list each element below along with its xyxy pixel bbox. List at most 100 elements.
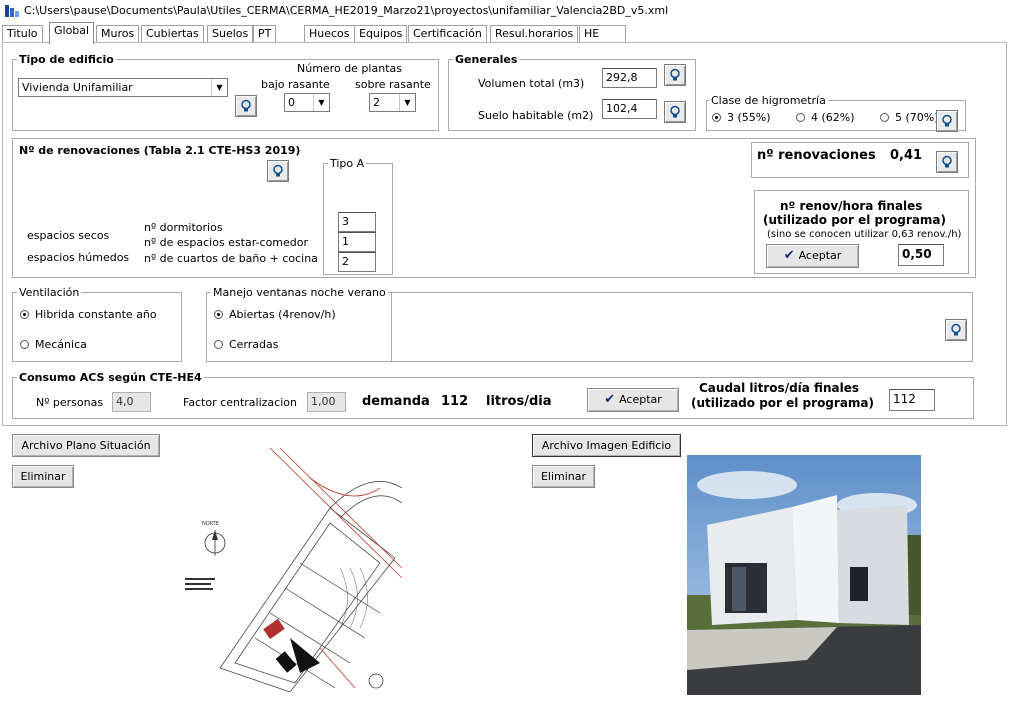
generales-title: Generales: [453, 53, 520, 66]
renov-finales-subtitle: (utilizado por el programa): [763, 213, 946, 227]
site-plan-drawing: NORTE: [180, 447, 403, 693]
archivo-plano-button[interactable]: Archivo Plano Situación: [12, 434, 160, 457]
higrometria-option-5[interactable]: 5 (70%): [880, 111, 939, 124]
factor-centralizacion-input[interactable]: 1,00: [307, 392, 346, 412]
tab-strip: Titulo Global Muros Cubiertas Suelos PT …: [0, 22, 1024, 44]
higrometria-option-3[interactable]: 3 (55%): [712, 111, 771, 124]
chevron-down-icon[interactable]: ▼: [313, 94, 329, 111]
tab-resul-horarios[interactable]: Resul.horarios: [490, 25, 579, 43]
eliminar-imagen-button[interactable]: Eliminar: [532, 465, 595, 488]
sobre-rasante-select[interactable]: 2 ▼: [369, 93, 416, 112]
chevron-down-icon[interactable]: ▼: [211, 79, 227, 96]
tipo-edificio-select[interactable]: Vivienda Unifamiliar ▼: [18, 78, 228, 97]
checkmark-icon: ✔: [604, 392, 616, 407]
tab-equipos[interactable]: Equipos: [354, 25, 408, 43]
ventanas-group: [206, 292, 392, 362]
higrometria-title: Clase de higrometría: [709, 94, 828, 107]
help-suelo-button[interactable]: [664, 101, 686, 123]
tab-he[interactable]: HE: [579, 25, 626, 43]
suelo-habitable-label: Suelo habitable (m2): [478, 109, 594, 122]
banos-cocina-input[interactable]: 2: [338, 252, 376, 272]
lightbulb-icon: [273, 164, 283, 177]
caudal-input[interactable]: 112: [889, 389, 935, 411]
app-icon: [4, 3, 20, 19]
sobre-rasante-label: sobre rasante: [355, 78, 431, 91]
personas-label: Nº personas: [36, 396, 104, 409]
espacios-secos-label: espacios secos: [27, 229, 110, 242]
title-bar: C:\Users\pause\Documents\Paula\Utiles_CE…: [0, 0, 1024, 22]
tab-suelos[interactable]: Suelos: [207, 25, 254, 43]
accept-renov-button[interactable]: ✔ Aceptar: [766, 244, 859, 268]
tipo-edificio-value: Vivienda Unifamiliar: [22, 81, 133, 94]
radio-checked-icon: [712, 113, 721, 122]
demanda-value: 112: [441, 394, 469, 409]
factor-centralizacion-label: Factor centralizacion: [183, 396, 297, 409]
renov-finales-input[interactable]: 0,50: [898, 244, 944, 266]
ventilacion-option-mecanica[interactable]: Mecánica: [20, 338, 87, 351]
tab-cubiertas[interactable]: Cubiertas: [141, 25, 204, 43]
checkmark-icon: ✔: [783, 248, 795, 263]
plano-situacion-image: NORTE: [180, 447, 403, 693]
lightbulb-icon: [942, 114, 952, 127]
suelo-habitable-input[interactable]: 102,4: [602, 99, 657, 119]
archivo-imagen-button[interactable]: Archivo Imagen Edificio: [532, 434, 681, 457]
help-renovaciones-button[interactable]: [267, 160, 289, 182]
tab-global[interactable]: Global: [49, 22, 95, 44]
lightbulb-icon: [670, 105, 680, 118]
building-photo: [687, 455, 921, 695]
radio-icon: [214, 340, 223, 349]
help-tipo-edificio-button[interactable]: [235, 95, 257, 117]
eliminar-plano-button[interactable]: Eliminar: [12, 465, 74, 488]
lightbulb-icon: [241, 99, 251, 112]
renov-finales-note: (sino se conocen utilizar 0,63 renov./h): [767, 229, 962, 240]
dormitorios-input[interactable]: 3: [338, 212, 376, 232]
tab-muros[interactable]: Muros: [96, 25, 140, 43]
tipo-a-title: Tipo A: [328, 157, 367, 170]
volumen-input[interactable]: 292,8: [602, 68, 657, 88]
demanda-label: demanda: [362, 394, 430, 409]
renov-finales-title: nº renov/hora finales: [780, 199, 923, 213]
radio-checked-icon: [214, 310, 223, 319]
radio-icon: [20, 340, 29, 349]
help-higrometria-button[interactable]: [936, 110, 958, 132]
bajo-rasante-select[interactable]: 0 ▼: [284, 93, 330, 112]
estar-comedor-label: nº de espacios estar-comedor: [144, 236, 309, 249]
tab-huecos[interactable]: Huecos: [304, 25, 355, 43]
renovaciones-title: Nº de renovaciones (Tabla 2.1 CTE-HS3 20…: [19, 144, 301, 157]
ventilacion-group: [12, 292, 182, 362]
tipo-edificio-title: Tipo de edificio: [17, 53, 116, 66]
lightbulb-icon: [670, 68, 680, 81]
volumen-label: Volumen total (m3): [478, 77, 585, 90]
lightbulb-icon: [951, 323, 961, 336]
bajo-rasante-label: bajo rasante: [261, 78, 330, 91]
numero-plantas-label: Número de plantas: [297, 62, 402, 75]
banos-cocina-label: nº de cuartos de baño + cocina: [144, 252, 318, 265]
higrometria-option-4[interactable]: 4 (62%): [796, 111, 855, 124]
radio-checked-icon: [20, 310, 29, 319]
dormitorios-label: nº dormitorios: [144, 221, 223, 234]
chevron-down-icon[interactable]: ▼: [399, 94, 415, 111]
radio-icon: [880, 113, 889, 122]
ventilacion-row-frame: [390, 292, 973, 362]
nren-label: nº renovaciones: [757, 148, 876, 163]
help-ventilacion-button[interactable]: [945, 319, 967, 341]
bajo-rasante-value: 0: [288, 96, 295, 109]
demanda-unit: litros/dia: [486, 394, 552, 409]
accept-acs-button[interactable]: ✔ Aceptar: [587, 388, 679, 412]
personas-input[interactable]: 4,0: [112, 392, 151, 412]
tab-titulo[interactable]: Titulo: [2, 25, 43, 43]
ventilacion-option-hibrida[interactable]: Hibrida constante año: [20, 308, 157, 321]
help-volumen-button[interactable]: [664, 64, 686, 86]
caudal-subtitle: (utilizado por el programa): [691, 396, 874, 410]
imagen-edificio-photo: [687, 455, 921, 695]
lightbulb-icon: [942, 155, 952, 168]
tab-certificacion[interactable]: Certificación: [408, 25, 487, 43]
estar-comedor-input[interactable]: 1: [338, 232, 376, 252]
acs-title: Consumo ACS según CTE-HE4: [17, 371, 204, 384]
help-nren-button[interactable]: [936, 151, 958, 173]
ventanas-option-cerradas[interactable]: Cerradas: [214, 338, 279, 351]
ventanas-option-abiertas[interactable]: Abiertas (4renov/h): [214, 308, 336, 321]
sobre-rasante-value: 2: [373, 96, 380, 109]
tab-pt[interactable]: PT: [253, 25, 277, 43]
nren-value: 0,41: [890, 148, 923, 163]
